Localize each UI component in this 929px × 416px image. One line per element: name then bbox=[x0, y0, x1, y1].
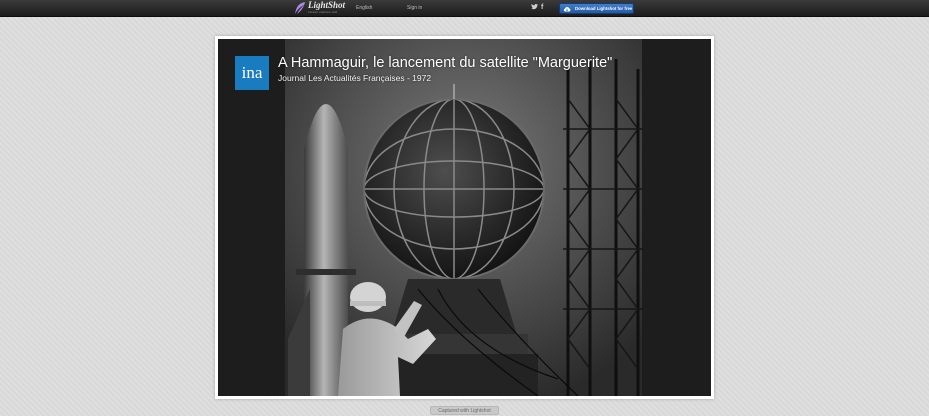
logo-name: LightShot bbox=[308, 0, 346, 10]
lightshot-logo[interactable]: LightShot screen capture tool bbox=[293, 1, 345, 16]
twitter-icon[interactable] bbox=[531, 3, 538, 13]
feather-icon bbox=[295, 2, 305, 14]
top-navigation-bar: LightShot screen capture tool English Si… bbox=[0, 0, 929, 17]
cloud-download-icon bbox=[563, 6, 571, 11]
sign-in-link[interactable]: Sign in bbox=[407, 5, 422, 11]
video-title: A Hammaguir, le lancement du satellite "… bbox=[278, 55, 613, 71]
video-subtitle: Journal Les Actualités Françaises - 1972 bbox=[278, 73, 432, 83]
ina-channel-logo: ina bbox=[235, 56, 269, 90]
download-button-label: Download Lightshot for free bbox=[575, 6, 633, 11]
ina-logo-text: ina bbox=[241, 62, 263, 82]
screenshot-frame: ina A Hammaguir, le lancement du satelli… bbox=[215, 36, 714, 399]
satellite-photo bbox=[218, 39, 711, 396]
download-lightshot-button[interactable]: Download Lightshot for free bbox=[559, 3, 634, 14]
facebook-icon[interactable]: f bbox=[541, 3, 543, 12]
captured-with-lightshot-button[interactable]: Captured with Lightshot bbox=[430, 406, 499, 415]
captured-screenshot[interactable]: ina A Hammaguir, le lancement du satelli… bbox=[218, 39, 711, 396]
logo-tagline: screen capture tool bbox=[308, 10, 338, 14]
captured-with-label: Captured with Lightshot bbox=[438, 407, 491, 414]
language-selector[interactable]: English bbox=[356, 5, 372, 11]
